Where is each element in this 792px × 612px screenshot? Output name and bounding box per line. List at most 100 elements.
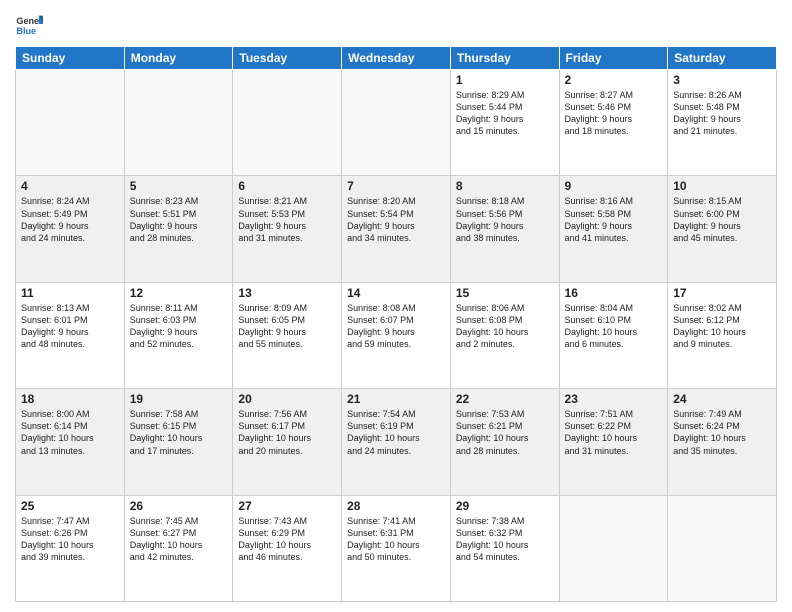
day-number: 25	[21, 499, 119, 513]
day-info: Sunrise: 7:53 AM Sunset: 6:21 PM Dayligh…	[456, 408, 554, 457]
day-info: Sunrise: 8:02 AM Sunset: 6:12 PM Dayligh…	[673, 302, 771, 351]
calendar-day-cell: 28 Sunrise: 7:41 AM Sunset: 6:31 PM Dayli…	[342, 495, 451, 601]
day-number: 24	[673, 392, 771, 406]
day-info: Sunrise: 8:20 AM Sunset: 5:54 PM Dayligh…	[347, 195, 445, 244]
calendar-day-cell	[668, 495, 777, 601]
calendar-day-cell: 5 Sunrise: 8:23 AM Sunset: 5:51 PM Daylig…	[124, 176, 233, 282]
calendar-day-cell: 3 Sunrise: 8:26 AM Sunset: 5:48 PM Daylig…	[668, 70, 777, 176]
col-sunday: Sunday	[16, 47, 125, 70]
day-info: Sunrise: 8:15 AM Sunset: 6:00 PM Dayligh…	[673, 195, 771, 244]
calendar-day-cell: 2 Sunrise: 8:27 AM Sunset: 5:46 PM Daylig…	[559, 70, 668, 176]
day-info: Sunrise: 7:51 AM Sunset: 6:22 PM Dayligh…	[565, 408, 663, 457]
day-number: 18	[21, 392, 119, 406]
col-monday: Monday	[124, 47, 233, 70]
day-number: 3	[673, 73, 771, 87]
day-number: 12	[130, 286, 228, 300]
day-info: Sunrise: 8:23 AM Sunset: 5:51 PM Dayligh…	[130, 195, 228, 244]
calendar-day-cell: 9 Sunrise: 8:16 AM Sunset: 5:58 PM Daylig…	[559, 176, 668, 282]
day-number: 26	[130, 499, 228, 513]
day-number: 8	[456, 179, 554, 193]
day-number: 2	[565, 73, 663, 87]
calendar-day-cell: 16Sunrise: 8:04 AM Sunset: 6:10 PM Dayli…	[559, 282, 668, 388]
day-number: 6	[238, 179, 336, 193]
calendar-day-cell: 18 Sunrise: 8:00 AM Sunset: 6:14 PM Dayli…	[16, 389, 125, 495]
col-friday: Friday	[559, 47, 668, 70]
day-number: 7	[347, 179, 445, 193]
day-number: 1	[456, 73, 554, 87]
day-number: 28	[347, 499, 445, 513]
day-number: 10	[673, 179, 771, 193]
calendar-day-cell: 14 Sunrise: 8:08 AM Sunset: 6:07 PM Dayli…	[342, 282, 451, 388]
day-number: 16	[565, 286, 663, 300]
calendar-week-row: 25 Sunrise: 7:47 AM Sunset: 6:26 PM Dayli…	[16, 495, 777, 601]
calendar-day-cell: 27 Sunrise: 7:43 AM Sunset: 6:29 PM Dayli…	[233, 495, 342, 601]
day-info: Sunrise: 7:49 AM Sunset: 6:24 PM Dayligh…	[673, 408, 771, 457]
calendar-week-row: 11 Sunrise: 8:13 AM Sunset: 6:01 PM Dayli…	[16, 282, 777, 388]
day-info: Sunrise: 8:00 AM Sunset: 6:14 PM Dayligh…	[21, 408, 119, 457]
day-info: Sunrise: 8:06 AM Sunset: 6:08 PM Dayligh…	[456, 302, 554, 351]
calendar-day-cell: 23 Sunrise: 7:51 AM Sunset: 6:22 PM Dayli…	[559, 389, 668, 495]
calendar-day-cell	[342, 70, 451, 176]
calendar-day-cell: 11 Sunrise: 8:13 AM Sunset: 6:01 PM Dayli…	[16, 282, 125, 388]
logo: General Blue	[15, 10, 47, 38]
calendar-day-cell: 24 Sunrise: 7:49 AM Sunset: 6:24 PM Dayli…	[668, 389, 777, 495]
day-info: Sunrise: 8:21 AM Sunset: 5:53 PM Dayligh…	[238, 195, 336, 244]
calendar-day-cell	[124, 70, 233, 176]
calendar-day-cell: 21Sunrise: 7:54 AM Sunset: 6:19 PM Dayli…	[342, 389, 451, 495]
day-info: Sunrise: 8:08 AM Sunset: 6:07 PM Dayligh…	[347, 302, 445, 351]
day-info: Sunrise: 8:16 AM Sunset: 5:58 PM Dayligh…	[565, 195, 663, 244]
calendar-day-cell: 6 Sunrise: 8:21 AM Sunset: 5:53 PM Daylig…	[233, 176, 342, 282]
calendar-day-cell: 15 Sunrise: 8:06 AM Sunset: 6:08 PM Dayli…	[450, 282, 559, 388]
calendar-day-cell: 19 Sunrise: 7:58 AM Sunset: 6:15 PM Dayli…	[124, 389, 233, 495]
calendar-day-cell: 26 Sunrise: 7:45 AM Sunset: 6:27 PM Dayli…	[124, 495, 233, 601]
day-info: Sunrise: 8:29 AM Sunset: 5:44 PM Dayligh…	[456, 89, 554, 138]
day-info: Sunrise: 7:58 AM Sunset: 6:15 PM Dayligh…	[130, 408, 228, 457]
day-number: 23	[565, 392, 663, 406]
calendar-day-cell: 8 Sunrise: 8:18 AM Sunset: 5:56 PM Daylig…	[450, 176, 559, 282]
day-info: Sunrise: 7:45 AM Sunset: 6:27 PM Dayligh…	[130, 515, 228, 564]
day-number: 15	[456, 286, 554, 300]
day-info: Sunrise: 8:27 AM Sunset: 5:46 PM Dayligh…	[565, 89, 663, 138]
col-wednesday: Wednesday	[342, 47, 451, 70]
day-info: Sunrise: 7:43 AM Sunset: 6:29 PM Dayligh…	[238, 515, 336, 564]
calendar-day-cell: 17Sunrise: 8:02 AM Sunset: 6:12 PM Dayli…	[668, 282, 777, 388]
calendar-day-cell: 4 Sunrise: 8:24 AM Sunset: 5:49 PM Daylig…	[16, 176, 125, 282]
day-number: 13	[238, 286, 336, 300]
calendar-day-cell: 22 Sunrise: 7:53 AM Sunset: 6:21 PM Dayli…	[450, 389, 559, 495]
day-number: 5	[130, 179, 228, 193]
calendar-day-cell: 10 Sunrise: 8:15 AM Sunset: 6:00 PM Dayli…	[668, 176, 777, 282]
day-number: 27	[238, 499, 336, 513]
day-number: 4	[21, 179, 119, 193]
day-info: Sunrise: 8:24 AM Sunset: 5:49 PM Dayligh…	[21, 195, 119, 244]
calendar-day-cell: 25 Sunrise: 7:47 AM Sunset: 6:26 PM Dayli…	[16, 495, 125, 601]
day-info: Sunrise: 7:47 AM Sunset: 6:26 PM Dayligh…	[21, 515, 119, 564]
calendar-day-cell	[16, 70, 125, 176]
day-info: Sunrise: 8:09 AM Sunset: 6:05 PM Dayligh…	[238, 302, 336, 351]
day-info: Sunrise: 8:18 AM Sunset: 5:56 PM Dayligh…	[456, 195, 554, 244]
calendar-day-cell: 13 Sunrise: 8:09 AM Sunset: 6:05 PM Dayli…	[233, 282, 342, 388]
calendar-day-cell: 12 Sunrise: 8:11 AM Sunset: 6:03 PM Dayli…	[124, 282, 233, 388]
day-info: Sunrise: 8:26 AM Sunset: 5:48 PM Dayligh…	[673, 89, 771, 138]
page: General Blue Sunday Monday Tuesday	[0, 0, 792, 612]
calendar-week-row: 18 Sunrise: 8:00 AM Sunset: 6:14 PM Dayli…	[16, 389, 777, 495]
calendar-day-cell	[233, 70, 342, 176]
day-number: 29	[456, 499, 554, 513]
calendar-day-cell: 7 Sunrise: 8:20 AM Sunset: 5:54 PM Daylig…	[342, 176, 451, 282]
svg-text:Blue: Blue	[16, 26, 36, 36]
day-info: Sunrise: 7:38 AM Sunset: 6:32 PM Dayligh…	[456, 515, 554, 564]
day-number: 22	[456, 392, 554, 406]
col-thursday: Thursday	[450, 47, 559, 70]
day-info: Sunrise: 8:11 AM Sunset: 6:03 PM Dayligh…	[130, 302, 228, 351]
day-number: 14	[347, 286, 445, 300]
day-number: 19	[130, 392, 228, 406]
calendar-header-row: Sunday Monday Tuesday Wednesday Thursday…	[16, 47, 777, 70]
day-number: 21	[347, 392, 445, 406]
day-number: 9	[565, 179, 663, 193]
day-info: Sunrise: 7:56 AM Sunset: 6:17 PM Dayligh…	[238, 408, 336, 457]
calendar-day-cell: 1 Sunrise: 8:29 AM Sunset: 5:44 PM Daylig…	[450, 70, 559, 176]
day-info: Sunrise: 8:13 AM Sunset: 6:01 PM Dayligh…	[21, 302, 119, 351]
logo-icon: General Blue	[15, 10, 43, 38]
calendar-table: Sunday Monday Tuesday Wednesday Thursday…	[15, 46, 777, 602]
day-number: 11	[21, 286, 119, 300]
day-info: Sunrise: 7:41 AM Sunset: 6:31 PM Dayligh…	[347, 515, 445, 564]
